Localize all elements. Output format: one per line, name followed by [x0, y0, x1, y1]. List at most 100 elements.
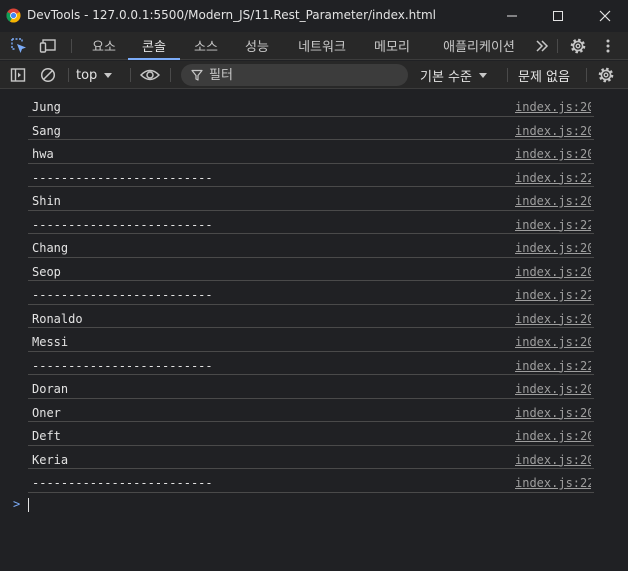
- message-text: Keria: [32, 452, 69, 467]
- caret-down-icon: [478, 73, 487, 78]
- tab-separator: [557, 39, 558, 53]
- message-text: Sang: [32, 123, 61, 138]
- inspect-cursor-icon: [11, 38, 26, 53]
- source-link[interactable]: index.js:22: [515, 288, 591, 302]
- message-text: Doran: [32, 382, 69, 396]
- context-value: top: [76, 67, 98, 83]
- source-link[interactable]: index.js:22: [515, 476, 591, 490]
- console-message: hwa index.js:20: [28, 140, 594, 164]
- maximize-button[interactable]: [535, 0, 581, 32]
- message-text: -------------------------: [32, 170, 213, 185]
- message-text: Oner: [32, 405, 61, 420]
- settings-button[interactable]: [568, 36, 588, 56]
- console-prompt-icon: >: [13, 497, 21, 511]
- window-title: DevTools - 127.0.0.1:5500/Modern_JS/11.R…: [27, 8, 437, 22]
- caret-down-icon: [104, 73, 113, 78]
- customize-menu-button[interactable]: [598, 36, 618, 56]
- close-button[interactable]: [582, 0, 628, 32]
- console-message: Seop index.js:20: [28, 258, 594, 281]
- console-message: Deft index.js:20: [28, 422, 594, 446]
- filter-box[interactable]: [181, 64, 408, 86]
- gear-icon: [598, 67, 614, 83]
- issues-counter[interactable]: 문제 없음: [518, 65, 570, 85]
- more-tabs-button[interactable]: [532, 36, 552, 56]
- gear-icon: [570, 38, 586, 54]
- inspect-element-button[interactable]: [9, 36, 29, 56]
- source-link[interactable]: index.js:20: [515, 241, 591, 255]
- tab-elements[interactable]: 요소: [84, 32, 124, 59]
- maximize-icon: [553, 11, 563, 21]
- source-link[interactable]: index.js:20: [515, 453, 591, 467]
- source-link[interactable]: index.js:20: [515, 124, 591, 138]
- source-link[interactable]: index.js:20: [515, 100, 591, 114]
- filter-input[interactable]: [209, 67, 399, 83]
- console-output: Jung index.js:20 Sang index.js:20 hwa in…: [0, 90, 628, 570]
- log-level-selector[interactable]: 기본 수준: [420, 65, 488, 85]
- toolbar-separator: [68, 68, 69, 82]
- minimize-button[interactable]: [489, 0, 535, 32]
- tab-sources[interactable]: 소스: [186, 32, 226, 59]
- source-link[interactable]: index.js:20: [515, 147, 591, 161]
- source-link[interactable]: index.js:20: [515, 382, 591, 396]
- console-message: Oner index.js:20: [28, 399, 594, 422]
- close-icon: [599, 10, 611, 22]
- console-message: ------------------------- index.js:22: [28, 211, 594, 234]
- log-level-value: 기본 수준: [420, 69, 472, 85]
- toolbar-separator: [586, 68, 587, 82]
- message-text: Shin: [32, 194, 61, 208]
- message-text: Jung: [32, 100, 61, 114]
- source-link[interactable]: index.js:20: [515, 335, 591, 349]
- console-message: Jung index.js:20: [28, 93, 594, 117]
- source-link[interactable]: index.js:20: [515, 194, 591, 208]
- sidebar-icon: [10, 68, 26, 82]
- clear-console-button[interactable]: [38, 65, 58, 85]
- message-text: Messi: [32, 335, 69, 349]
- console-message: ------------------------- index.js:22: [28, 469, 594, 493]
- console-input-caret[interactable]: [28, 498, 29, 512]
- kebab-menu-icon: [606, 39, 610, 53]
- message-text: -------------------------: [32, 217, 213, 232]
- console-message: Ronaldo index.js:20: [28, 305, 594, 328]
- chrome-logo-icon: [6, 8, 21, 23]
- console-message: Messi index.js:20: [28, 328, 594, 352]
- console-message: ------------------------- index.js:22: [28, 281, 594, 305]
- device-toggle-icon: [39, 39, 56, 53]
- show-sidebar-button[interactable]: [8, 65, 28, 85]
- tab-memory[interactable]: 메모리: [366, 32, 418, 59]
- console-message: Sang index.js:20: [28, 117, 594, 140]
- console-message: Keria index.js:20: [28, 446, 594, 469]
- block-icon: [40, 67, 56, 83]
- filter-icon: [191, 69, 203, 81]
- tab-network[interactable]: 네트워크: [290, 32, 354, 59]
- tab-performance[interactable]: 성능: [237, 32, 277, 59]
- source-link[interactable]: index.js:20: [515, 312, 591, 326]
- console-settings-button[interactable]: [596, 65, 616, 85]
- source-link[interactable]: index.js:20: [515, 406, 591, 420]
- panel-tab-bar: 요소 콘솔 소스 성능 네트워크 메모리 애플리케이션: [0, 32, 628, 60]
- console-message: Chang index.js:20: [28, 234, 594, 258]
- message-text: Ronaldo: [32, 311, 83, 326]
- message-text: Seop: [32, 264, 61, 279]
- tab-application[interactable]: 애플리케이션: [432, 32, 526, 59]
- console-message: Doran index.js:20: [28, 375, 594, 399]
- title-bar: DevTools - 127.0.0.1:5500/Modern_JS/11.R…: [0, 0, 628, 32]
- minimize-icon: [507, 15, 517, 17]
- source-link[interactable]: index.js:22: [515, 171, 591, 185]
- message-text: Deft: [32, 429, 61, 443]
- context-selector[interactable]: top: [76, 65, 113, 85]
- console-message: Shin index.js:20: [28, 187, 594, 211]
- source-link[interactable]: index.js:20: [515, 429, 591, 443]
- eye-icon: [140, 69, 160, 81]
- tab-separator: [71, 39, 72, 53]
- console-message: ------------------------- index.js:22: [28, 352, 594, 375]
- device-toolbar-button[interactable]: [38, 36, 58, 56]
- tab-console[interactable]: 콘솔: [128, 32, 180, 60]
- live-expression-button[interactable]: [140, 65, 160, 85]
- message-text: -------------------------: [32, 288, 213, 302]
- source-link[interactable]: index.js:22: [515, 218, 591, 232]
- toolbar-separator: [130, 68, 131, 82]
- source-link[interactable]: index.js:22: [515, 359, 591, 373]
- source-link[interactable]: index.js:20: [515, 265, 591, 279]
- message-text: -------------------------: [32, 476, 213, 490]
- message-text: hwa: [32, 147, 54, 161]
